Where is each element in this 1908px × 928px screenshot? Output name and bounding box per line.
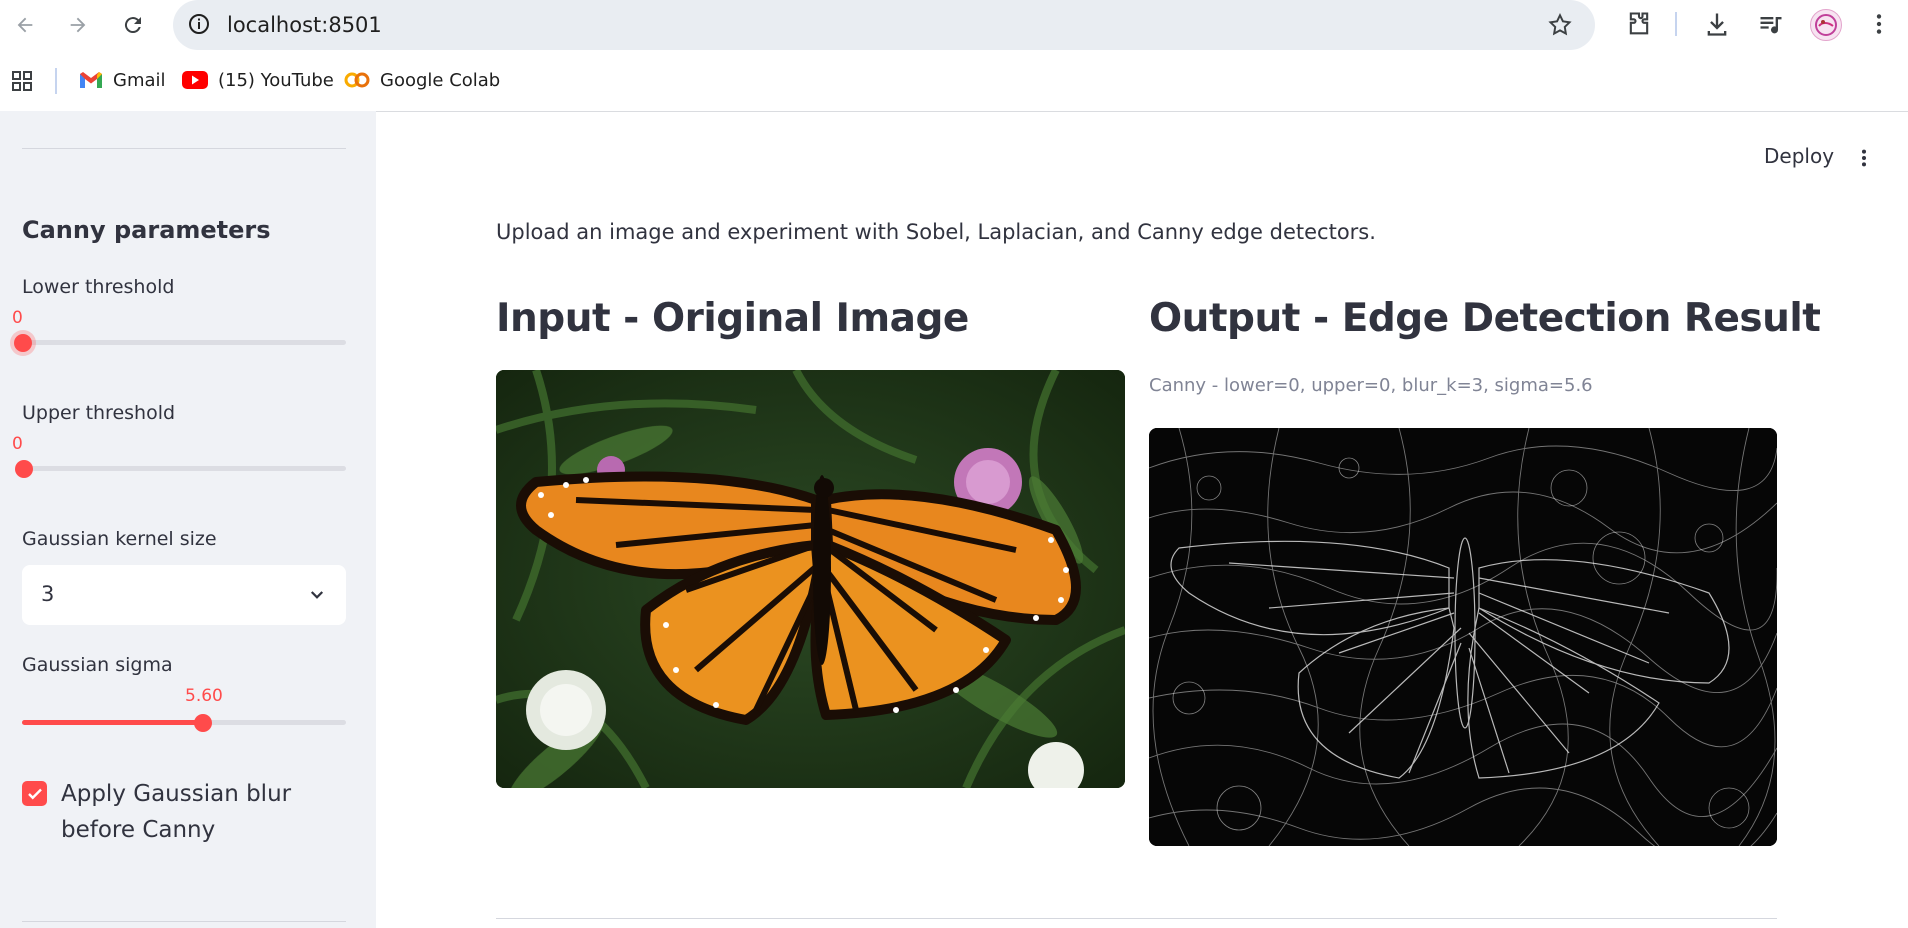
sigma-label: Gaussian sigma [22,654,173,676]
browser-chrome: localhost:8501 Gmail (15) YouTube Google… [0,0,1908,112]
output-image [1149,428,1777,846]
slider-fill [22,720,203,725]
sidebar-divider-top [22,148,346,149]
sigma-value: 5.60 [185,686,223,706]
reload-button[interactable] [116,8,150,42]
upper-threshold-label: Upper threshold [22,402,176,424]
bookmark-youtube[interactable]: (15) YouTube [182,66,334,94]
kernel-size-value: 3 [41,582,55,606]
forward-button[interactable] [61,8,95,42]
bookmark-google-colab[interactable]: Google Colab [344,66,500,94]
browser-menu-icon[interactable] [1866,10,1892,38]
back-button[interactable] [8,8,42,42]
bookmark-star-icon[interactable] [1547,12,1573,38]
upper-threshold-slider[interactable] [15,460,346,478]
bookmarks-divider [55,68,57,94]
reload-icon [124,17,141,34]
lower-threshold-label: Lower threshold [22,276,175,298]
checkmark-icon [27,788,42,799]
bookmark-label: Google Colab [380,69,501,91]
sigma-slider[interactable] [22,714,346,732]
edge-detection-result [1149,428,1777,846]
extensions-icon[interactable] [1625,10,1653,38]
intro-text: Upload an image and experiment with Sobe… [496,220,1376,244]
toolbar-divider [1675,12,1677,36]
input-image [496,370,1125,788]
sidebar-divider-bottom [22,921,346,922]
kernel-size-select[interactable]: 3 [22,565,346,625]
sidebar: Canny parameters Lower threshold 0 Upper… [0,111,376,928]
deploy-button[interactable]: Deploy [1764,144,1834,168]
chevron-down-icon [310,591,324,599]
address-bar[interactable]: localhost:8501 [173,0,1595,50]
bookmark-label: (15) YouTube [218,69,334,91]
colab-icon [344,72,370,88]
url-text[interactable]: localhost:8501 [227,13,382,37]
gaussian-blur-checkbox[interactable] [22,781,47,806]
media-queue-icon[interactable] [1757,10,1785,38]
input-heading: Input - Original Image [496,296,969,341]
lower-threshold-value: 0 [12,308,23,328]
lower-threshold-slider[interactable] [10,330,346,356]
youtube-icon [182,71,208,89]
output-caption: Canny - lower=0, upper=0, blur_k=3, sigm… [1149,375,1593,396]
site-info-icon[interactable] [187,12,211,36]
lower-threshold-thumb[interactable] [14,334,32,352]
kernel-size-label: Gaussian kernel size [22,528,217,550]
forward-arrow-icon [70,17,86,33]
section-title: Canny parameters [22,216,271,244]
download-icon[interactable] [1703,10,1731,38]
avatar-image [1815,14,1837,36]
gaussian-blur-label[interactable]: Apply Gaussian blur before Canny [61,776,361,848]
butterfly-photo [496,370,1125,788]
upper-threshold-value: 0 [12,434,23,454]
main-divider [496,918,1777,919]
bookmark-gmail[interactable]: Gmail [79,66,166,94]
app-menu-icon[interactable] [1853,145,1875,171]
back-arrow-icon [17,17,33,33]
gmail-icon [80,72,102,88]
profile-avatar[interactable] [1810,9,1842,41]
output-heading: Output - Edge Detection Result [1149,296,1821,341]
apps-grid-icon[interactable] [10,69,34,93]
bookmark-label: Gmail [113,69,166,91]
upper-threshold-thumb[interactable] [15,460,33,478]
sigma-thumb[interactable] [194,714,212,732]
